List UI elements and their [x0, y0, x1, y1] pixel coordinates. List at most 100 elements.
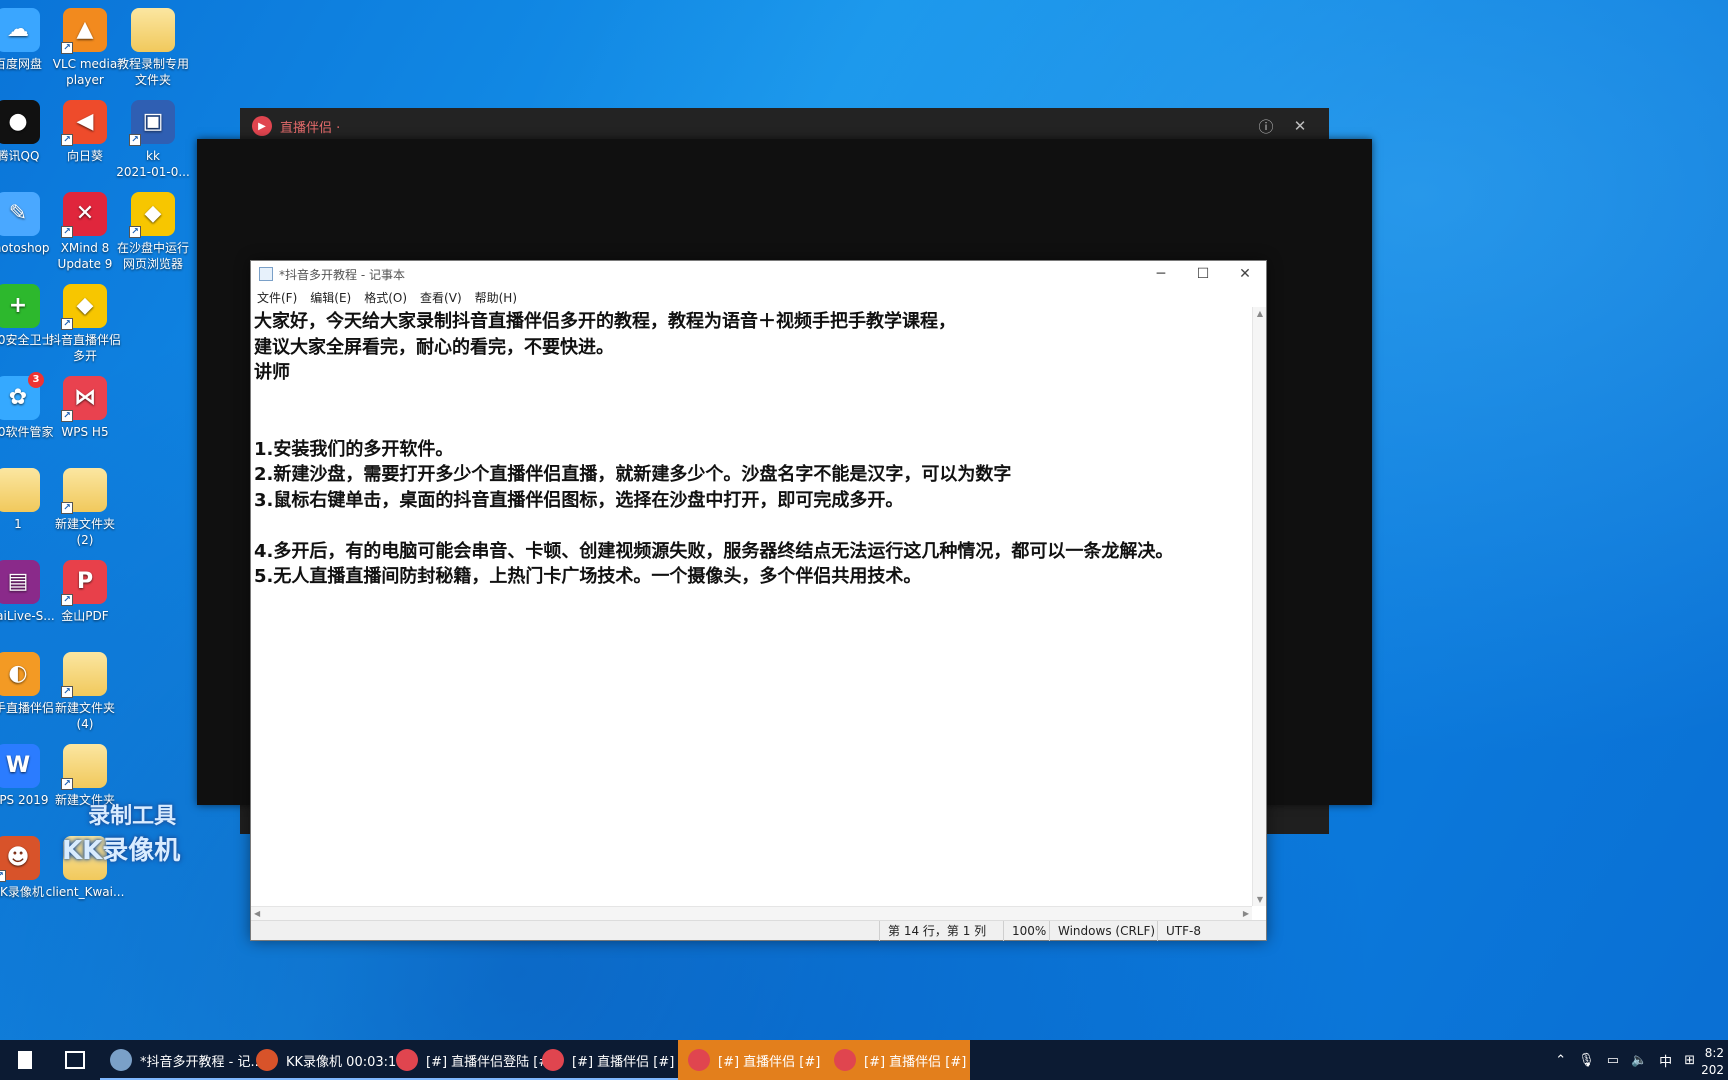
- text-line: [254, 386, 1249, 412]
- taskbar-app-button[interactable]: [#] 直播伴侣 [#]: [824, 1040, 970, 1080]
- desktop-icon[interactable]: P ↗ 金山PDF: [45, 560, 125, 624]
- folder-icon: [131, 8, 175, 52]
- taskbar: *抖音多开教程 - 记... KK录像机 00:03:19 [#] 直播伴侣登陆 […: [0, 1040, 1728, 1080]
- clock[interactable]: 8:2 202: [1701, 1042, 1724, 1079]
- scroll-right-icon[interactable]: ▶: [1243, 907, 1249, 921]
- cursor-position: 第 14 行，第 1 列: [879, 921, 986, 941]
- shortcut-arrow-icon: ↗: [61, 226, 73, 238]
- folder-icon: ↗: [61, 468, 107, 514]
- taskbar-app-label: [#] 直播伴侣 [#]: [864, 1054, 967, 1070]
- scroll-up-icon[interactable]: ▲: [1253, 309, 1267, 318]
- microphone-icon[interactable]: 🎙: [1578, 1053, 1595, 1068]
- vlc-cone-icon: ▲ ↗: [61, 8, 107, 54]
- shortcut-arrow-icon: ↗: [129, 134, 141, 146]
- menu-item[interactable]: 文件(F): [257, 289, 297, 306]
- desktop-icon[interactable]: ◆ ↗ 抖音直播伴侣 多开: [45, 284, 125, 364]
- desktop-icon[interactable]: ◆ ↗ 在沙盘中运行 网页浏览器: [113, 192, 193, 272]
- desktop-icon[interactable]: ▣ ↗ kk 2021-01-0...: [113, 100, 193, 180]
- notepad-icon: [259, 267, 273, 281]
- watermark-line-2: KK录像机: [62, 836, 181, 866]
- network-icon[interactable]: ▭: [1607, 1053, 1619, 1068]
- kk-recorder-icon: [256, 1049, 278, 1071]
- live-window-title: 直播伴侣 ·: [280, 120, 341, 136]
- close-icon[interactable]: ✕: [1283, 117, 1317, 135]
- text-line: 4.多开后，有的电脑可能会串音、卡顿、创建视频源失败，服务器终结点无法运行这几种…: [254, 540, 1174, 562]
- recorder-watermark: 录制工具 KK录像机: [62, 798, 180, 867]
- qq-penguin-icon: ●: [0, 100, 40, 144]
- notepad-menubar: 文件(F) 编辑(E) 格式(O) 查看(V) 帮助(H): [251, 287, 1266, 307]
- notepad-window[interactable]: *抖音多开教程 - 记事本 ─ ☐ ✕ 文件(F) 编辑(E) 格式(O) 查看(V)…: [250, 260, 1267, 941]
- chevron-up-icon[interactable]: ⌃: [1555, 1053, 1566, 1068]
- taskbar-app-button[interactable]: [#] 直播伴侣登陆 [#]: [386, 1040, 554, 1080]
- text-line: [254, 513, 1249, 539]
- watermark-line-1: 录制工具: [88, 804, 177, 829]
- shortcut-arrow-icon: ↗: [0, 870, 6, 882]
- plus-shield-icon: +: [0, 284, 40, 328]
- menu-item[interactable]: 帮助(H): [475, 289, 517, 306]
- taskbar-app-button[interactable]: [#] 直播伴侣 [#]: [678, 1040, 824, 1080]
- desktop-icon-label: 新建文件夹 (4): [54, 701, 115, 731]
- scroll-down-icon[interactable]: ▼: [1253, 895, 1267, 904]
- desktop-icon[interactable]: 教程录制专用 文件夹: [113, 8, 193, 88]
- live-companion-icon: [542, 1049, 564, 1071]
- video-file-icon: ▣ ↗: [129, 100, 175, 146]
- scroll-left-icon[interactable]: ◀: [254, 907, 260, 921]
- desktop-icon[interactable]: ⋈ ↗ WPS H5: [45, 376, 125, 440]
- desktop-icon-label: 金山PDF: [61, 609, 109, 623]
- ime-indicator[interactable]: 中: [1659, 1051, 1672, 1070]
- desktop-icon-label: WPS H5: [61, 425, 109, 439]
- baidu-netdisk-icon: ☁: [0, 8, 40, 52]
- live-companion-icon: [688, 1049, 710, 1071]
- horizontal-scrollbar[interactable]: ◀ ▶: [251, 906, 1252, 920]
- store-bag-icon: [65, 1051, 85, 1069]
- desktop-icon[interactable]: ↗ 新建文件夹 (4): [45, 652, 125, 732]
- live-companion-logo-icon: ▶: [252, 116, 272, 136]
- menu-item[interactable]: 查看(V): [420, 289, 462, 306]
- input-grid-icon[interactable]: ⊞: [1684, 1053, 1695, 1068]
- shortcut-arrow-icon: ↗: [61, 410, 73, 422]
- notepad-text-area[interactable]: 大家好，今天给大家录制抖音直播伴侣多开的教程，教程为语音＋视频手把手教学课程， 建…: [251, 307, 1252, 906]
- close-icon[interactable]: ✕: [1224, 266, 1266, 282]
- shortcut-arrow-icon: ↗: [61, 318, 73, 330]
- taskbar-app-label: [#] 直播伴侣 [#]: [572, 1054, 675, 1070]
- desktop-icon-label: 向日葵: [66, 149, 103, 163]
- line-ending: Windows (CRLF): [1049, 921, 1155, 941]
- zoom-level: 100%: [1003, 921, 1046, 941]
- shortcut-arrow-icon: ↗: [61, 134, 73, 146]
- volume-icon[interactable]: 🔈: [1631, 1053, 1647, 1068]
- minimize-icon[interactable]: ─: [1140, 266, 1182, 282]
- desktop-icon-label: client_Kwai...: [45, 885, 125, 899]
- kk-recorder-icon: ☻↗: [0, 836, 40, 882]
- help-icon[interactable]: ⓘ: [1249, 116, 1283, 137]
- pdf-icon: P ↗: [61, 560, 107, 606]
- desktop-icon-label: XMind 8 Update 9: [57, 241, 113, 271]
- taskbar-app-button[interactable]: [#] 直播伴侣 [#]: [532, 1040, 678, 1080]
- winrar-icon: ▤: [0, 560, 40, 604]
- maximize-icon[interactable]: ☐: [1182, 266, 1224, 282]
- taskbar-app-button[interactable]: KK录像机 00:03:19: [246, 1040, 405, 1080]
- taskbar-apps: *抖音多开教程 - 记... KK录像机 00:03:19 [#] 直播伴侣登陆 […: [100, 1040, 970, 1080]
- menu-item[interactable]: 编辑(E): [310, 289, 351, 306]
- shortcut-arrow-icon: ↗: [61, 594, 73, 606]
- wps-icon: W: [0, 744, 40, 788]
- taskbar-app-button[interactable]: *抖音多开教程 - 记...: [100, 1040, 263, 1080]
- text-line: 5.无人直播直播间防封秘籍，上热门卡广场技术。一个摄像头，多个伴侣共用技术。: [254, 566, 922, 587]
- notepad-titlebar[interactable]: *抖音多开教程 - 记事本 ─ ☐ ✕: [251, 261, 1266, 287]
- store-button[interactable]: [50, 1040, 100, 1080]
- shortcut-arrow-icon: ↗: [61, 778, 73, 790]
- software-manager-icon: ✿ 3: [0, 372, 44, 420]
- menu-item[interactable]: 格式(O): [364, 289, 407, 306]
- shortcut-arrow-icon: ↗: [61, 502, 73, 514]
- shortcut-arrow-icon: ↗: [61, 686, 73, 698]
- text-line: 3.鼠标右键单击，桌面的抖音直播伴侣图标，选择在沙盘中打开，即可完成多开。: [254, 489, 904, 511]
- desktop-icon-label: KK录像机: [0, 885, 44, 899]
- desktop-icon-label: WPS 2019: [0, 793, 49, 807]
- desktop-icon[interactable]: ↗ 新建文件夹 (2): [45, 468, 125, 548]
- notepad-title: *抖音多开教程 - 记事本: [279, 267, 405, 282]
- desktop-icon-label: 1: [14, 517, 22, 531]
- show-desktop-button[interactable]: [0, 1040, 50, 1080]
- sandbox-icon: ◆ ↗: [129, 192, 175, 238]
- taskbar-app-label: [#] 直播伴侣 [#]: [718, 1054, 821, 1070]
- vertical-scrollbar[interactable]: ▲ ▼: [1252, 307, 1266, 906]
- live-companion-icon: [834, 1049, 856, 1071]
